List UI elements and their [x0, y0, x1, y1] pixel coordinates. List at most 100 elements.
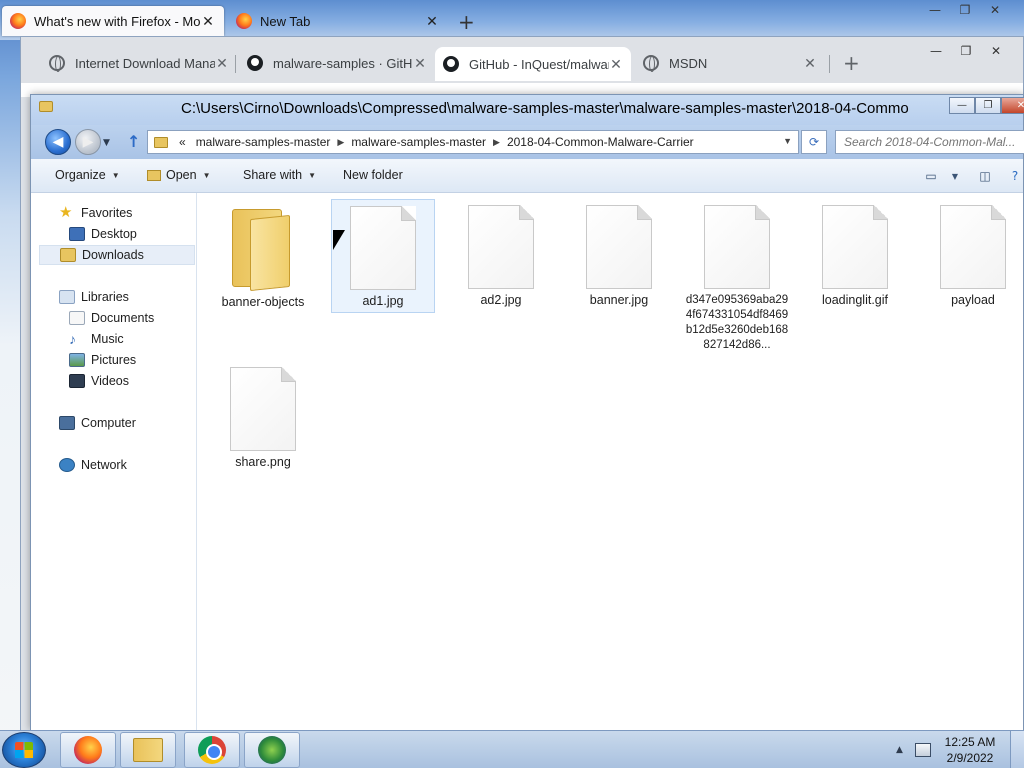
clock[interactable]: 12:25 AM 2/9/2022: [940, 734, 1000, 766]
firefox-icon: [74, 736, 102, 764]
close-tab-icon[interactable]: ✕: [200, 13, 216, 30]
file-name: ad2.jpg: [480, 293, 522, 307]
file-name: share.png: [235, 455, 291, 469]
taskbar: ▲ 12:25 AM 2/9/2022: [0, 730, 1024, 768]
close-tab-icon[interactable]: ✕: [215, 55, 229, 72]
nav-videos[interactable]: Videos: [69, 371, 129, 391]
organize-label: Organize: [55, 168, 106, 182]
chevron-right-icon[interactable]: ▶: [337, 137, 344, 148]
music-icon: ♪: [69, 331, 76, 347]
file-item-selected[interactable]: ad1.jpg: [331, 199, 435, 313]
close-window-button[interactable]: ✕: [981, 41, 1011, 61]
file-name: payload: [951, 293, 995, 307]
taskbar-explorer[interactable]: [120, 732, 176, 768]
new-tab-plus-icon[interactable]: +: [458, 10, 475, 34]
folder-icon: [228, 203, 298, 292]
chevron-right-icon[interactable]: ▶: [493, 137, 500, 148]
file-item[interactable]: payload: [921, 199, 1024, 308]
file-item[interactable]: ad2.jpg: [449, 199, 553, 308]
new-tab-plus-icon[interactable]: +: [843, 51, 860, 75]
close-tab-icon[interactable]: ✕: [413, 55, 427, 72]
firefox-icon: [10, 13, 26, 29]
nav-pictures[interactable]: Pictures: [69, 350, 136, 370]
file-item[interactable]: share.png: [211, 361, 315, 470]
chrome-tab-inquest[interactable]: GitHub - InQuest/malwar ✕: [435, 47, 631, 81]
tab-separator: [829, 55, 830, 73]
folder-icon: [154, 136, 168, 148]
maximize-button[interactable]: ❐: [950, 0, 980, 20]
taskbar-chrome[interactable]: [184, 732, 240, 768]
show-hidden-icons-arrow[interactable]: ▲: [896, 745, 903, 755]
back-button[interactable]: ◀: [45, 129, 71, 155]
breadcrumb-item[interactable]: malware-samples-master: [196, 135, 331, 149]
new-folder-button[interactable]: New folder: [343, 168, 403, 182]
file-item-folder[interactable]: banner-objects: [211, 199, 315, 310]
nav-downloads[interactable]: Downloads: [39, 245, 195, 265]
search-box[interactable]: [835, 130, 1024, 154]
explorer-navigation-bar: ◀ ▶ ▼ ↑ « malware-samples-master ▶ malwa…: [31, 125, 1024, 159]
explorer-title-bar: C:\Users\Cirno\Downloads\Compressed\malw…: [31, 95, 1024, 125]
network-icon: [59, 458, 75, 472]
up-arrow-icon[interactable]: ↑: [127, 132, 140, 151]
file-item[interactable]: d347e095369aba294f674331054df8469b12d5e3…: [685, 199, 789, 353]
chevron-down-icon[interactable]: ▼: [783, 136, 792, 146]
minimize-button[interactable]: —: [949, 97, 975, 114]
firefox-tab-new-tab[interactable]: New Tab ✕: [228, 6, 448, 36]
forward-button[interactable]: ▶: [75, 129, 101, 155]
globe-icon: [643, 55, 659, 72]
refresh-icon[interactable]: ⟳: [801, 130, 827, 154]
chrome-window-controls: — ❐ ✕: [921, 41, 1011, 63]
nav-favorites[interactable]: ★ Favorites: [59, 203, 132, 223]
nav-music[interactable]: ♪ Music: [69, 329, 124, 349]
breadcrumb-item[interactable]: 2018-04-Common-Malware-Carrier: [507, 135, 694, 149]
file-item[interactable]: banner.jpg: [567, 199, 671, 308]
file-item[interactable]: loadinglit.gif: [803, 199, 907, 308]
share-with-button[interactable]: Share with ▼: [243, 168, 316, 182]
download-manager-icon: [258, 736, 286, 764]
chrome-tab-bar: Internet Download Mana ✕ malware-samples…: [21, 37, 1023, 83]
close-tab-icon[interactable]: ✕: [609, 56, 623, 73]
maximize-button[interactable]: ❐: [951, 41, 981, 61]
file-name: banner.jpg: [589, 293, 649, 307]
chrome-tab-malware-samples[interactable]: malware-samples · GitHub ✕: [239, 49, 435, 77]
preview-pane-icon[interactable]: ◫: [973, 166, 997, 186]
folder-icon: [147, 169, 161, 181]
recent-pages-dropdown-icon[interactable]: ▼: [103, 138, 110, 148]
address-bar[interactable]: « malware-samples-master ▶ malware-sampl…: [147, 130, 799, 154]
taskbar-idm[interactable]: [244, 732, 300, 768]
close-window-button[interactable]: ✕: [980, 0, 1010, 20]
open-label: Open: [166, 168, 197, 182]
help-icon[interactable]: ?: [1003, 166, 1024, 186]
explorer-window-controls: — ❐ ✕: [949, 97, 1024, 114]
chrome-tab-idm[interactable]: Internet Download Mana ✕: [41, 49, 237, 77]
taskbar-firefox[interactable]: [60, 732, 116, 768]
chrome-tab-msdn[interactable]: MSDN ✕: [635, 49, 825, 77]
nav-network[interactable]: Network: [59, 455, 127, 475]
tab-title: MSDN: [669, 55, 708, 71]
breadcrumb-item[interactable]: malware-samples-master: [351, 135, 486, 149]
organize-button[interactable]: Organize ▼: [55, 168, 120, 182]
action-center-icon[interactable]: [914, 743, 931, 757]
clock-time: 12:25 AM: [944, 735, 996, 749]
maximize-button[interactable]: ❐: [975, 97, 1001, 114]
start-button[interactable]: [2, 732, 46, 768]
explorer-icon: [133, 738, 163, 762]
breadcrumb-overflow[interactable]: «: [179, 135, 186, 149]
search-input[interactable]: [844, 135, 1016, 149]
open-button[interactable]: Open ▼: [147, 168, 211, 182]
minimize-button[interactable]: —: [921, 41, 951, 61]
minimize-button[interactable]: —: [920, 0, 950, 20]
change-view-icon[interactable]: ▭: [919, 166, 943, 186]
nav-label: Desktop: [91, 227, 137, 241]
firefox-tab-whats-new[interactable]: What's new with Firefox - More ✕: [2, 6, 224, 36]
nav-libraries[interactable]: Libraries: [59, 287, 129, 307]
nav-computer[interactable]: Computer: [59, 413, 136, 433]
close-tab-icon[interactable]: ✕: [803, 55, 817, 72]
close-window-button[interactable]: ✕: [1001, 97, 1024, 114]
nav-desktop[interactable]: Desktop: [69, 224, 137, 244]
show-desktop-button[interactable]: [1010, 731, 1024, 768]
file-name: d347e095369aba294f674331054df8469b12d5e3…: [685, 294, 789, 351]
nav-documents[interactable]: Documents: [69, 308, 154, 328]
close-tab-icon[interactable]: ✕: [424, 13, 440, 30]
chevron-down-icon[interactable]: ▼: [943, 166, 967, 186]
